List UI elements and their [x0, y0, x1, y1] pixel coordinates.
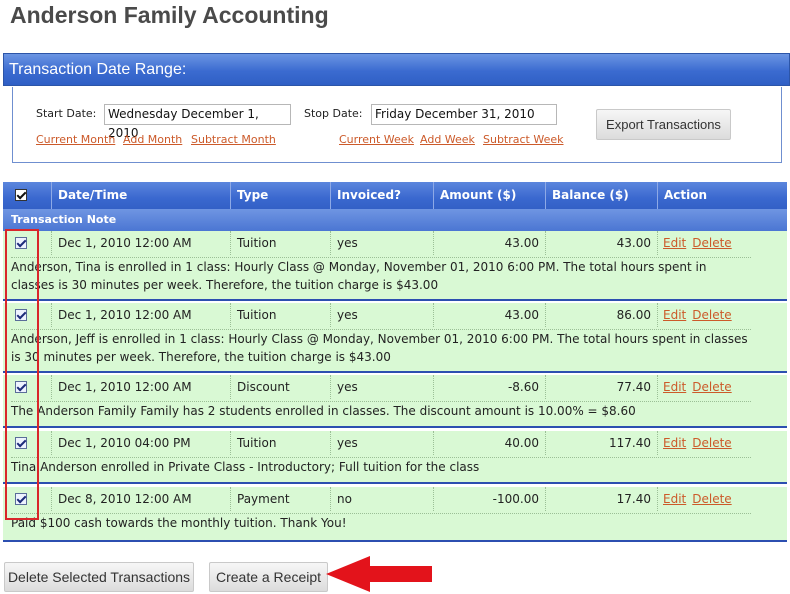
export-transactions-button[interactable]: Export Transactions [596, 109, 731, 140]
transaction-note: Tina Anderson enrolled in Private Class … [11, 457, 751, 476]
edit-link[interactable]: Edit [663, 236, 686, 250]
subtract-month-link[interactable]: Subtract Month [191, 133, 276, 146]
current-month-link[interactable]: Current Month [36, 133, 115, 146]
transaction-note: The Anderson Family Family has 2 student… [11, 401, 751, 420]
add-week-link[interactable]: Add Week [420, 133, 475, 146]
edit-link[interactable]: Edit [663, 436, 686, 450]
transaction-note: Anderson, Jeff is enrolled in 1 class: H… [11, 329, 751, 366]
checkbox-highlight-box [5, 229, 39, 520]
row-type: Tuition [230, 231, 330, 255]
row-date: Dec 1, 2010 12:00 AM [51, 303, 230, 327]
delete-link[interactable]: Delete [692, 308, 731, 322]
subtract-week-link[interactable]: Subtract Week [483, 133, 564, 146]
edit-link[interactable]: Edit [663, 380, 686, 394]
row-actions: Edit Delete [657, 375, 787, 399]
row-balance: 86.00 [545, 303, 657, 327]
table-row: Dec 1, 2010 12:00 AM Tuition yes 43.00 8… [3, 303, 787, 373]
delete-link[interactable]: Delete [692, 380, 731, 394]
current-week-link[interactable]: Current Week [339, 133, 414, 146]
row-actions: Edit Delete [657, 303, 787, 327]
row-date: Dec 1, 2010 04:00 PM [51, 431, 230, 455]
column-balance: Balance ($) [545, 182, 657, 209]
row-amount: 40.00 [433, 431, 545, 455]
row-invoiced: no [330, 487, 433, 511]
row-actions: Edit Delete [657, 487, 787, 511]
add-month-link[interactable]: Add Month [123, 133, 182, 146]
row-type: Tuition [230, 303, 330, 327]
row-invoiced: yes [330, 303, 433, 327]
row-amount: -100.00 [433, 487, 545, 511]
edit-link[interactable]: Edit [663, 492, 686, 506]
start-date-input[interactable]: Wednesday December 1, 2010 [104, 104, 291, 140]
row-balance: 77.40 [545, 375, 657, 399]
row-balance: 117.40 [545, 431, 657, 455]
date-range-header: Transaction Date Range: [3, 53, 790, 86]
delete-link[interactable]: Delete [692, 492, 731, 506]
table-row: Dec 8, 2010 12:00 AM Payment no -100.00 … [3, 487, 787, 542]
select-all-checkbox[interactable] [15, 189, 27, 201]
stop-date-label: Stop Date: [304, 107, 363, 120]
row-type: Payment [230, 487, 330, 511]
column-action: Action [657, 182, 787, 209]
start-date-label: Start Date: [36, 107, 97, 120]
column-invoiced: Invoiced? [330, 182, 433, 209]
row-actions: Edit Delete [657, 431, 787, 455]
row-date: Dec 1, 2010 12:00 AM [51, 375, 230, 399]
column-type: Type [230, 182, 330, 209]
row-invoiced: yes [330, 231, 433, 255]
transaction-note: Anderson, Tina is enrolled in 1 class: H… [11, 257, 751, 294]
row-amount: -8.60 [433, 375, 545, 399]
row-balance: 43.00 [545, 231, 657, 255]
stop-date-input[interactable]: Friday December 31, 2010 [371, 104, 557, 125]
row-actions: Edit Delete [657, 231, 787, 255]
table-row: Dec 1, 2010 04:00 PM Tuition yes 40.00 1… [3, 431, 787, 484]
transaction-note: Paid $100 cash towards the monthly tuiti… [11, 513, 751, 532]
transactions-grid-header: Date/Time Type Invoiced? Amount ($) Bala… [3, 182, 787, 209]
row-amount: 43.00 [433, 303, 545, 327]
date-range-panel: Start Date: Wednesday December 1, 2010 S… [12, 87, 782, 163]
row-date: Dec 8, 2010 12:00 AM [51, 487, 230, 511]
row-type: Discount [230, 375, 330, 399]
row-type: Tuition [230, 431, 330, 455]
delete-link[interactable]: Delete [692, 436, 731, 450]
edit-link[interactable]: Edit [663, 308, 686, 322]
delete-link[interactable]: Delete [692, 236, 731, 250]
red-arrow-icon [326, 556, 432, 592]
select-all-cell[interactable] [3, 182, 51, 209]
transaction-note-header: Transaction Note [3, 209, 787, 231]
row-balance: 17.40 [545, 487, 657, 511]
create-receipt-button[interactable]: Create a Receipt [209, 562, 328, 592]
row-invoiced: yes [330, 375, 433, 399]
page-title: Anderson Family Accounting [10, 2, 329, 28]
delete-selected-button[interactable]: Delete Selected Transactions [4, 562, 194, 592]
row-amount: 43.00 [433, 231, 545, 255]
row-date: Dec 1, 2010 12:00 AM [51, 231, 230, 255]
column-date-time: Date/Time [51, 182, 230, 209]
row-invoiced: yes [330, 431, 433, 455]
table-row: Dec 1, 2010 12:00 AM Discount yes -8.60 … [3, 375, 787, 428]
table-row: Dec 1, 2010 12:00 AM Tuition yes 43.00 4… [3, 231, 787, 301]
column-amount: Amount ($) [433, 182, 545, 209]
